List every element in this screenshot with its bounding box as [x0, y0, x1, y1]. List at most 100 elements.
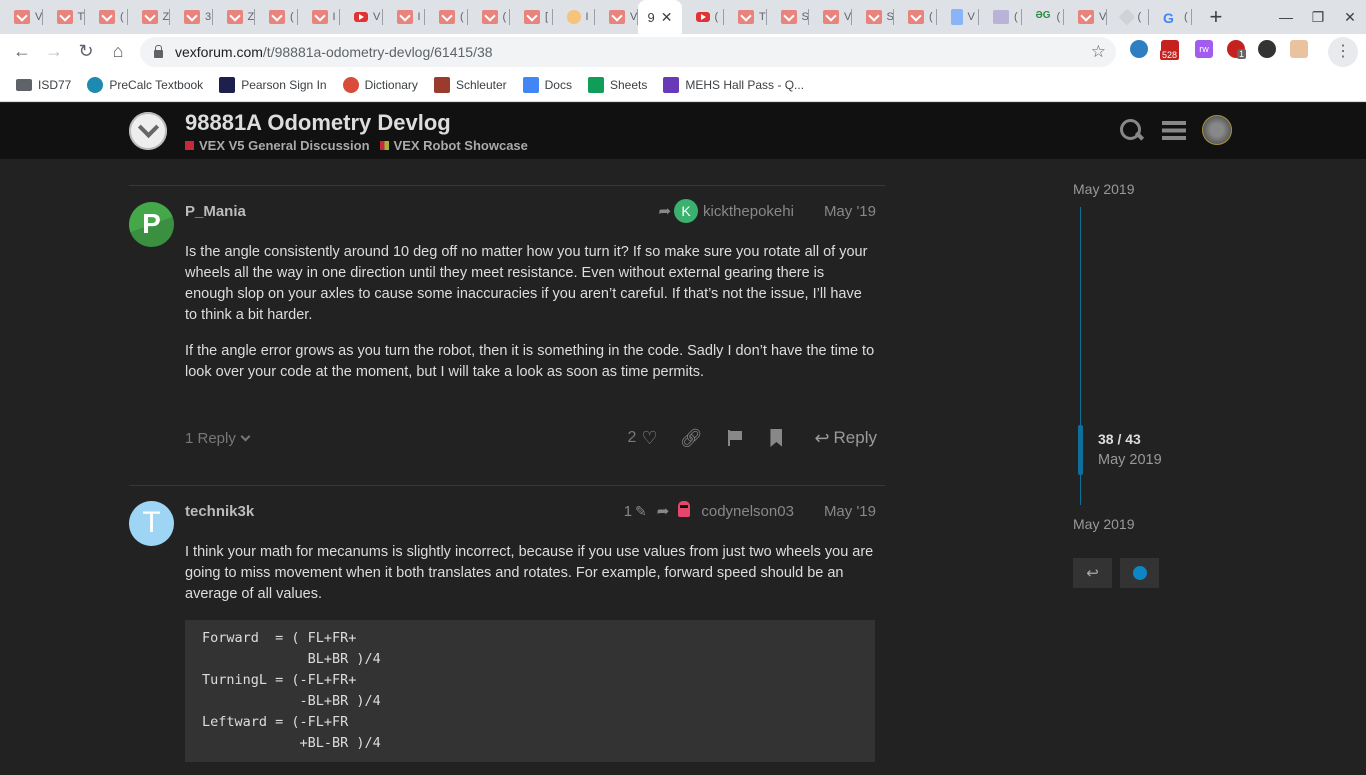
- restore-button[interactable]: ❐: [1302, 9, 1334, 26]
- bookmark-item[interactable]: ISD77: [16, 78, 71, 92]
- active-browser-tab[interactable]: 9 ✕: [637, 0, 682, 34]
- link-icon[interactable]: 🔗︎: [680, 428, 703, 449]
- browser-tab[interactable]: (: [979, 0, 1022, 34]
- cat-extension-icon[interactable]: [1290, 40, 1308, 58]
- sheets-icon: [587, 77, 604, 93]
- timeline-start-date[interactable]: May 2019: [1073, 181, 1134, 197]
- browser-tab-strip: V T(Z 3 Z(I V I(([I V 9 ✕(T S V S(V(ƏG(V(G(+: [0, 0, 1366, 34]
- avatar-technik3k[interactable]: [129, 501, 174, 546]
- reply-to-avatar[interactable]: [672, 499, 696, 523]
- bookmark-icon[interactable]: [770, 429, 783, 447]
- browser-tab[interactable]: G(: [1149, 0, 1192, 34]
- browser-tab[interactable]: (: [425, 0, 468, 34]
- tab-title: V: [630, 11, 638, 23]
- minimize-button[interactable]: —: [1270, 9, 1302, 25]
- browser-tab[interactable]: (: [682, 0, 725, 34]
- new-tab-button[interactable]: +: [1210, 4, 1223, 30]
- browser-tab[interactable]: Z: [128, 0, 171, 34]
- browser-tab[interactable]: V: [809, 0, 852, 34]
- forward-button[interactable]: →: [38, 41, 70, 62]
- browser-tab[interactable]: I: [553, 0, 596, 34]
- adblock-extension-icon[interactable]: 1: [1227, 40, 1247, 59]
- bookmark-item[interactable]: MEHS Hall Pass - Q...: [663, 77, 804, 93]
- browser-tab[interactable]: V: [0, 0, 43, 34]
- flag-icon[interactable]: [728, 430, 743, 446]
- gmail-badge: 528: [1160, 50, 1180, 60]
- bookmark-item[interactable]: Dictionary: [342, 77, 418, 93]
- browser-tab[interactable]: V: [340, 0, 383, 34]
- post-date[interactable]: May '19: [824, 503, 876, 520]
- post-date[interactable]: May '19: [824, 203, 876, 220]
- like-count[interactable]: 2: [628, 429, 637, 447]
- browser-tab[interactable]: (: [894, 0, 937, 34]
- timeline-reply-button[interactable]: ↩: [1073, 558, 1112, 588]
- reply-to-username[interactable]: codynelson03: [701, 503, 794, 520]
- browser-tab[interactable]: I: [298, 0, 341, 34]
- close-tab-icon[interactable]: ✕: [661, 9, 673, 26]
- browser-tab[interactable]: ƏG (: [1022, 0, 1065, 34]
- tab-title: V: [373, 11, 381, 23]
- timeline-handle[interactable]: [1078, 425, 1083, 476]
- browser-tab[interactable]: T: [724, 0, 767, 34]
- browser-tab[interactable]: V: [1064, 0, 1107, 34]
- gmail-extension-icon[interactable]: 528: [1160, 40, 1180, 60]
- browser-tab[interactable]: (: [85, 0, 128, 34]
- back-button[interactable]: ←: [6, 41, 38, 62]
- address-bar[interactable]: vexforum.com/t/98881a-odometry-devlog/61…: [140, 37, 1116, 67]
- extension-s-icon[interactable]: [1130, 40, 1148, 58]
- url-text[interactable]: vexforum.com/t/98881a-odometry-devlog/61…: [175, 44, 493, 60]
- browser-tab[interactable]: S: [767, 0, 810, 34]
- avatar-p-mania[interactable]: [129, 202, 174, 247]
- topic-title[interactable]: 98881A Odometry Devlog: [185, 110, 451, 136]
- reload-button[interactable]: ↻: [70, 41, 102, 62]
- chrome-menu-button[interactable]: ⋮: [1328, 37, 1358, 67]
- browser-tab[interactable]: [: [510, 0, 553, 34]
- category-vex-v5-general[interactable]: VEX V5 General Discussion: [185, 138, 370, 153]
- close-window-button[interactable]: ✕: [1334, 9, 1366, 26]
- doc-favicon-icon: [950, 9, 963, 25]
- hamburger-menu-icon[interactable]: [1159, 115, 1189, 145]
- post-username[interactable]: P_Mania: [185, 203, 246, 220]
- show-replies-button[interactable]: 1 Reply: [185, 430, 251, 447]
- post-body: I think your math for mecanums is slight…: [185, 542, 875, 762]
- bookmark-item[interactable]: Pearson Sign In: [219, 77, 327, 93]
- bookmark-item[interactable]: Docs: [522, 77, 572, 93]
- timeline-end-date[interactable]: May 2019: [1073, 516, 1134, 532]
- notification-level-button[interactable]: [1120, 558, 1159, 588]
- ghost-extension-icon[interactable]: [1258, 40, 1276, 58]
- browser-tab[interactable]: I: [383, 0, 426, 34]
- rw-extension-icon[interactable]: rw: [1195, 40, 1213, 58]
- bookmark-item[interactable]: Schleuter: [433, 77, 507, 93]
- browser-tab[interactable]: (: [1107, 0, 1150, 34]
- browser-tab[interactable]: 3: [170, 0, 213, 34]
- home-button[interactable]: ⌂: [102, 41, 134, 62]
- post: P_Mania ➦ K kickthepokehi May '19 Is the…: [129, 185, 885, 485]
- reply-to-avatar[interactable]: K: [674, 199, 699, 223]
- bookmark-label: Dictionary: [364, 78, 418, 92]
- bookmark-star-icon[interactable]: ☆: [1091, 42, 1106, 62]
- browser-tab[interactable]: V: [595, 0, 638, 34]
- reply-button[interactable]: ↩ Reply: [814, 428, 877, 449]
- bookmark-item[interactable]: PreCalc Textbook: [87, 77, 203, 93]
- tab-title: [: [545, 11, 549, 23]
- search-icon[interactable]: [1116, 115, 1146, 145]
- vex-forum-logo[interactable]: [129, 112, 167, 150]
- browser-tab[interactable]: Z: [213, 0, 256, 34]
- tab-title: S: [801, 11, 809, 23]
- current-user-avatar[interactable]: [1202, 115, 1232, 145]
- schleuter-icon: [433, 77, 450, 93]
- browser-tab[interactable]: S: [852, 0, 895, 34]
- browser-tab[interactable]: (: [468, 0, 511, 34]
- bookmark-item[interactable]: Sheets: [587, 77, 647, 93]
- browser-tab[interactable]: (: [255, 0, 298, 34]
- post-username[interactable]: technik3k: [185, 503, 254, 520]
- reply-to-username[interactable]: kickthepokehi: [703, 203, 794, 220]
- vex-favicon-icon: [524, 10, 540, 24]
- category-vex-robot-showcase[interactable]: VEX Robot Showcase: [379, 138, 528, 153]
- bookmark-label: Docs: [544, 78, 572, 92]
- edit-count[interactable]: 1: [624, 503, 632, 520]
- browser-tab[interactable]: V: [937, 0, 980, 34]
- browser-tab[interactable]: T: [43, 0, 86, 34]
- pencil-icon[interactable]: ✎: [635, 503, 647, 520]
- heart-icon[interactable]: ♡: [641, 428, 657, 449]
